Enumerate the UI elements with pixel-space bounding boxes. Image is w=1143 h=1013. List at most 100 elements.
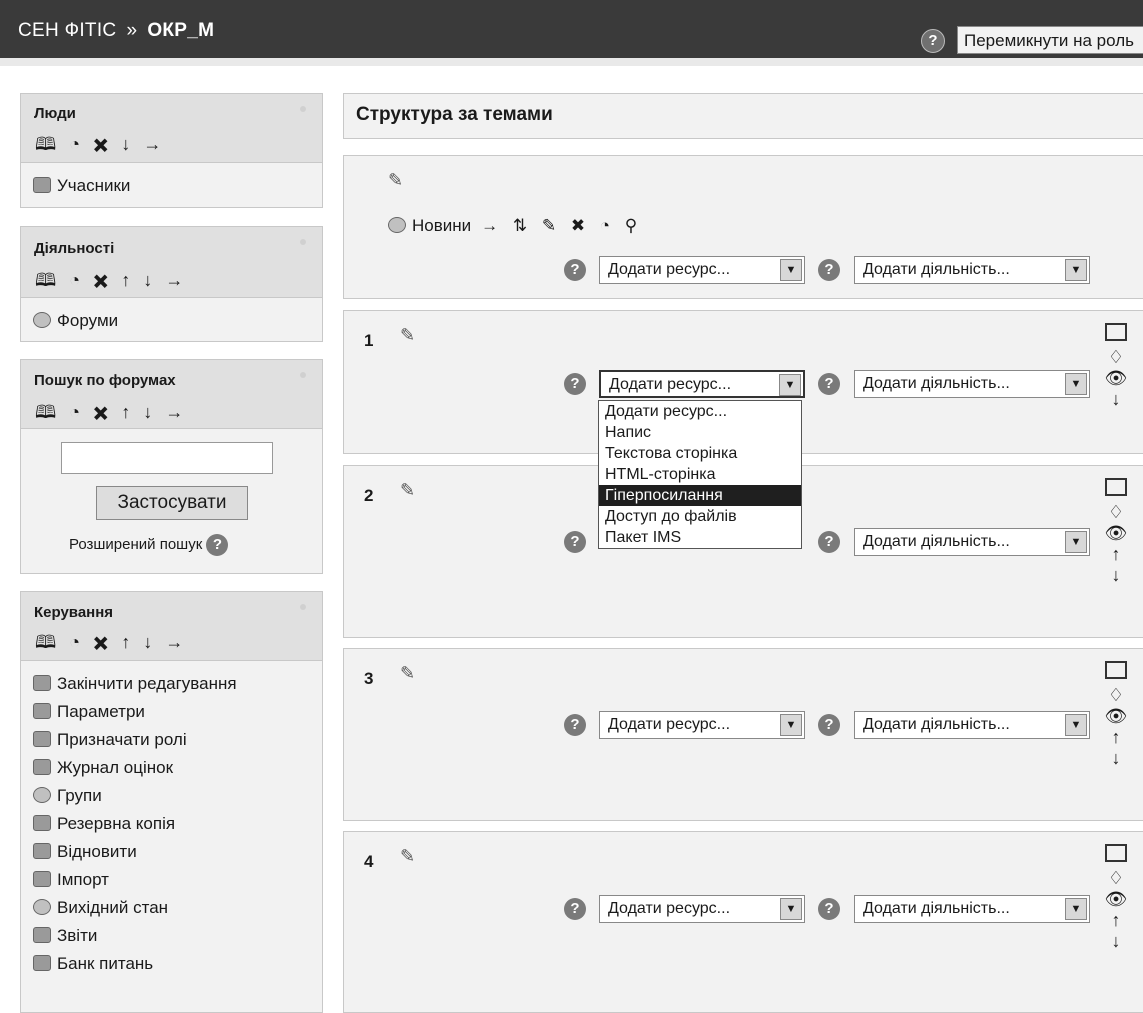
forum-icon bbox=[33, 312, 51, 328]
block-administration: Керування 🕮 ◔ ✖ ↑ ↓ → Закінчити редагува… bbox=[20, 591, 323, 1013]
chevron-down-icon[interactable]: ▼ bbox=[1065, 373, 1087, 395]
add-activity-value: Додати діяльність... bbox=[863, 533, 1010, 550]
help-icon[interactable]: ? bbox=[818, 259, 840, 281]
settings-icon bbox=[33, 703, 51, 719]
sidebar-item-reports[interactable]: Звіти bbox=[33, 926, 97, 946]
apply-button[interactable]: Застосувати bbox=[96, 486, 248, 520]
add-activity-select[interactable]: Додати діяльність... ▼ bbox=[854, 711, 1090, 739]
show-only-this-section-icon[interactable] bbox=[1105, 478, 1127, 496]
sidebar-item-reset[interactable]: Вихідний стан bbox=[33, 898, 168, 918]
move-down-icon[interactable]: ↓ bbox=[1104, 931, 1128, 952]
highlight-icon[interactable]: ♢ bbox=[1104, 347, 1128, 368]
chevron-down-icon[interactable]: ▼ bbox=[1065, 259, 1087, 281]
section-controls: ♢ 👁 ↑ ↓ bbox=[1104, 661, 1128, 769]
help-icon[interactable]: ? bbox=[921, 29, 945, 53]
question-bank-icon bbox=[33, 955, 51, 971]
summary-edit-icon[interactable]: ✎ bbox=[388, 170, 403, 191]
chevron-down-icon[interactable]: ▼ bbox=[1065, 714, 1087, 736]
eye-icon[interactable]: 👁 bbox=[1104, 368, 1128, 389]
block-collapse-icon[interactable] bbox=[300, 239, 306, 245]
eye-icon[interactable]: 👁 bbox=[1104, 523, 1128, 544]
news-action-icons[interactable]: → ⇅ ✎ ✖ ◔ ⚲ bbox=[481, 216, 642, 235]
dropdown-option[interactable]: Напис bbox=[599, 422, 801, 443]
eye-icon[interactable]: 👁 bbox=[1104, 889, 1128, 910]
news-label[interactable]: Новини bbox=[412, 216, 471, 235]
sidebar-item-grades[interactable]: Журнал оцінок bbox=[33, 758, 173, 778]
move-up-icon[interactable]: ↑ bbox=[1104, 727, 1128, 748]
help-icon[interactable]: ? bbox=[564, 373, 586, 395]
sidebar-item-question-bank[interactable]: Банк питань bbox=[33, 954, 153, 974]
chevron-down-icon[interactable]: ▼ bbox=[1065, 531, 1087, 553]
add-activity-select[interactable]: Додати діяльність... ▼ bbox=[854, 895, 1090, 923]
summary-edit-icon[interactable]: ✎ bbox=[400, 480, 415, 501]
move-up-icon[interactable]: ↑ bbox=[1104, 910, 1128, 931]
sidebar-item-settings[interactable]: Параметри bbox=[33, 702, 145, 722]
advanced-search-label[interactable]: Розширений пошук bbox=[69, 536, 202, 553]
move-down-icon[interactable]: ↓ bbox=[1104, 565, 1128, 586]
dropdown-option[interactable]: Доступ до файлів bbox=[599, 506, 801, 527]
block-edit-icons[interactable]: 🕮 ◔ ✖ ↓ → bbox=[35, 132, 165, 162]
add-resource-select[interactable]: Додати ресурс... ▼ bbox=[599, 895, 805, 923]
block-edit-icons[interactable]: 🕮 ◔ ✖ ↑ ↓ → bbox=[35, 630, 187, 660]
help-icon[interactable]: ? bbox=[818, 898, 840, 920]
forum-search-input[interactable] bbox=[61, 442, 273, 474]
chevron-down-icon[interactable]: ▼ bbox=[780, 898, 802, 920]
show-only-this-section-icon[interactable] bbox=[1105, 323, 1127, 341]
show-only-this-section-icon[interactable] bbox=[1105, 844, 1127, 862]
block-edit-icons[interactable]: 🕮 ◔ ✖ ↑ ↓ → bbox=[35, 268, 187, 298]
sidebar-item-label: Закінчити редагування bbox=[57, 674, 237, 693]
summary-edit-icon[interactable]: ✎ bbox=[400, 663, 415, 684]
chevron-down-icon[interactable]: ▼ bbox=[1065, 898, 1087, 920]
add-activity-select[interactable]: Додати діяльність... ▼ bbox=[854, 370, 1090, 398]
add-activity-select[interactable]: Додати діяльність... ▼ bbox=[854, 256, 1090, 284]
block-collapse-icon[interactable] bbox=[300, 106, 306, 112]
eye-icon[interactable]: 👁 bbox=[1104, 706, 1128, 727]
sidebar-item-assign-roles[interactable]: Призначати ролі bbox=[33, 730, 187, 750]
dropdown-option[interactable]: HTML-сторінка bbox=[599, 464, 801, 485]
help-icon[interactable]: ? bbox=[206, 534, 229, 556]
chevron-down-icon[interactable]: ▼ bbox=[779, 374, 801, 396]
chevron-down-icon[interactable]: ▼ bbox=[780, 714, 802, 736]
add-activity-select[interactable]: Додати діяльність... ▼ bbox=[854, 528, 1090, 556]
highlight-icon[interactable]: ♢ bbox=[1104, 868, 1128, 889]
block-collapse-icon[interactable] bbox=[300, 372, 306, 378]
summary-edit-icon[interactable]: ✎ bbox=[400, 325, 415, 346]
dropdown-option[interactable]: Пакет IMS bbox=[599, 527, 801, 548]
news-forum-item[interactable]: Новини → ⇅ ✎ ✖ ◔ ⚲ bbox=[388, 216, 642, 236]
highlight-icon[interactable]: ♢ bbox=[1104, 502, 1128, 523]
dropdown-option[interactable]: Текстова сторінка bbox=[599, 443, 801, 464]
role-switch-select[interactable]: Перемикнути на роль bbox=[957, 26, 1143, 54]
block-edit-icons[interactable]: 🕮 ◔ ✖ ↑ ↓ → bbox=[35, 400, 187, 430]
sidebar-item-groups[interactable]: Групи bbox=[33, 786, 102, 806]
advanced-search-link[interactable]: Розширений пошук ? bbox=[69, 534, 229, 556]
sidebar-item-finish-editing[interactable]: Закінчити редагування bbox=[33, 674, 237, 694]
section-number: 3 bbox=[364, 669, 374, 688]
highlight-icon[interactable]: ♢ bbox=[1104, 685, 1128, 706]
add-resource-select[interactable]: Додати ресурс... ▼ bbox=[599, 711, 805, 739]
move-down-icon[interactable]: ↓ bbox=[1104, 389, 1128, 410]
move-up-icon[interactable]: ↑ bbox=[1104, 544, 1128, 565]
breadcrumb-course-link[interactable]: СЕН ФІТІС bbox=[18, 20, 116, 41]
dropdown-option[interactable]: Додати ресурс... bbox=[599, 401, 801, 422]
move-down-icon[interactable]: ↓ bbox=[1104, 748, 1128, 769]
summary-edit-icon[interactable]: ✎ bbox=[400, 846, 415, 867]
dropdown-option-selected[interactable]: Гіперпосилання bbox=[599, 485, 801, 506]
help-icon[interactable]: ? bbox=[564, 259, 586, 281]
show-only-this-section-icon[interactable] bbox=[1105, 661, 1127, 679]
sidebar-item-participants[interactable]: Учасники bbox=[33, 176, 130, 196]
sidebar-item-forums[interactable]: Форуми bbox=[33, 311, 118, 331]
help-icon[interactable]: ? bbox=[564, 714, 586, 736]
chevron-down-icon[interactable]: ▼ bbox=[780, 259, 802, 281]
add-resource-select[interactable]: Додати ресурс... ▼ bbox=[599, 370, 805, 398]
help-icon[interactable]: ? bbox=[818, 531, 840, 553]
add-resource-select[interactable]: Додати ресурс... ▼ bbox=[599, 256, 805, 284]
help-icon[interactable]: ? bbox=[818, 714, 840, 736]
help-icon[interactable]: ? bbox=[564, 898, 586, 920]
sidebar-item-backup[interactable]: Резервна копія bbox=[33, 814, 175, 834]
help-icon[interactable]: ? bbox=[564, 531, 586, 553]
sidebar-item-restore[interactable]: Відновити bbox=[33, 842, 137, 862]
block-collapse-icon[interactable] bbox=[300, 604, 306, 610]
sidebar-item-label: Імпорт bbox=[57, 870, 109, 889]
help-icon[interactable]: ? bbox=[818, 373, 840, 395]
sidebar-item-import[interactable]: Імпорт bbox=[33, 870, 109, 890]
